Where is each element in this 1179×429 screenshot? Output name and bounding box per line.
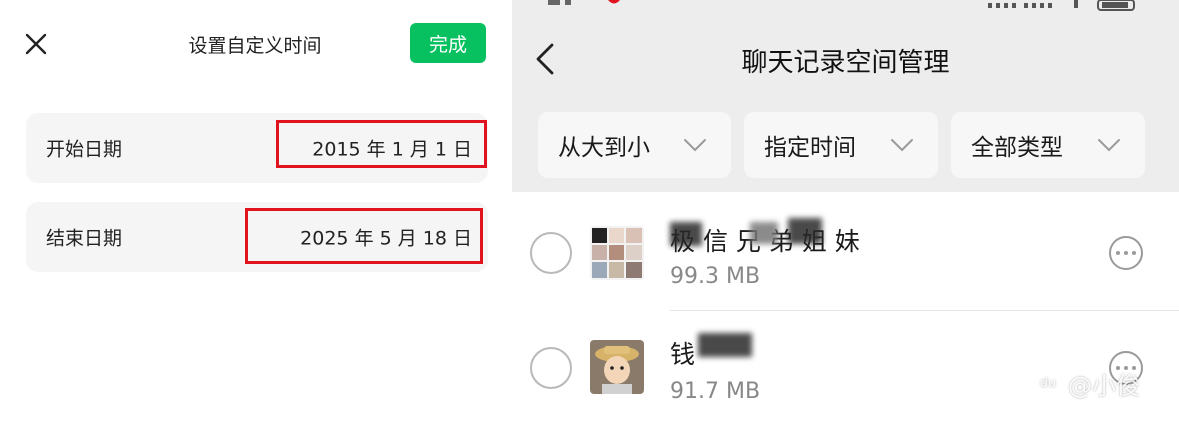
group-avatar xyxy=(590,226,644,280)
custom-time-panel: 设置自定义时间 完成 开始日期 2015 年 1 月 1 日 结束日期 2025… xyxy=(0,0,512,429)
filter-label: 指定时间 xyxy=(764,135,856,161)
watermark-text: @小俊 xyxy=(1068,372,1140,400)
chevron-down-icon xyxy=(684,139,706,152)
chat-name: 钱 xyxy=(670,340,696,369)
filter-label: 从大到小 xyxy=(558,135,650,161)
select-radio[interactable] xyxy=(530,347,572,389)
chat-size: 91.7 MB xyxy=(670,379,761,404)
chat-storage-panel: 聊天记录空间管理 从大到小 指定时间 全部类型 信 兄 弟 妹 99.3 MB … xyxy=(512,0,1179,429)
more-options-icon[interactable] xyxy=(1109,236,1143,270)
privacy-blur xyxy=(788,218,822,244)
type-filter-dropdown[interactable]: 全部类型 xyxy=(951,112,1145,178)
status-bar-fragment xyxy=(548,0,1135,11)
done-button[interactable]: 完成 xyxy=(410,23,486,63)
header-area: 聊天记录空间管理 从大到小 指定时间 全部类型 xyxy=(512,0,1179,192)
time-filter-dropdown[interactable]: 指定时间 xyxy=(744,112,938,178)
chevron-down-icon xyxy=(891,139,913,152)
chat-size: 99.3 MB xyxy=(670,264,761,289)
start-date-highlight-box xyxy=(276,120,487,168)
privacy-blur xyxy=(670,222,702,246)
page-title: 聊天记录空间管理 xyxy=(741,48,950,78)
chat-list-item[interactable]: 极 信 兄 弟 姐 妹 99.3 MB xyxy=(512,192,1179,310)
select-radio[interactable] xyxy=(530,232,572,274)
end-date-row[interactable]: 结束日期 2025 年 5 月 18 日 xyxy=(26,202,488,272)
end-date-highlight-box xyxy=(245,208,483,264)
start-date-label: 开始日期 xyxy=(46,138,123,161)
start-date-row[interactable]: 开始日期 2015 年 1 月 1 日 xyxy=(26,113,488,183)
privacy-blur xyxy=(698,333,752,357)
watermark-logo: du xyxy=(1034,369,1062,398)
chevron-down-icon xyxy=(1098,139,1120,152)
privacy-blur xyxy=(750,222,778,244)
user-avatar xyxy=(590,340,644,394)
watermark: du @小俊 xyxy=(1034,366,1140,401)
filter-label: 全部类型 xyxy=(971,135,1063,161)
sort-filter-dropdown[interactable]: 从大到小 xyxy=(538,112,731,178)
end-date-label: 结束日期 xyxy=(46,227,123,250)
